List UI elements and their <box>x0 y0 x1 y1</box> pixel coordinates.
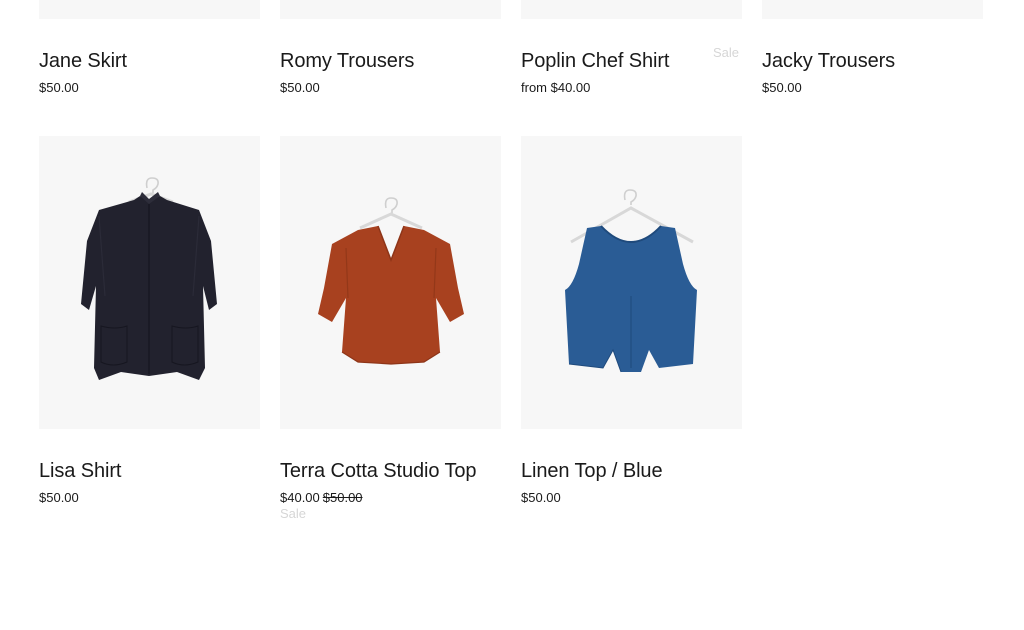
product-title[interactable]: Poplin Chef Shirt <box>521 49 669 73</box>
product-image[interactable] <box>521 136 742 429</box>
navy-shirt-image <box>81 177 217 380</box>
product-title[interactable]: Jane Skirt <box>39 49 127 73</box>
product-title[interactable]: Lisa Shirt <box>39 459 121 483</box>
sale-price: $40.00 <box>280 490 320 505</box>
product-price: $50.00 <box>762 80 802 95</box>
sale-badge: Sale <box>280 506 307 521</box>
product-title[interactable]: Romy Trousers <box>280 49 414 73</box>
terracotta-top-image <box>318 197 464 365</box>
product-image[interactable] <box>280 0 501 19</box>
product-title[interactable]: Linen Top / Blue <box>521 459 663 483</box>
blue-top-image <box>565 189 697 373</box>
product-price: from $40.00 <box>521 80 591 95</box>
product-title[interactable]: Terra Cotta Studio Top <box>280 459 477 483</box>
product-image[interactable] <box>521 0 742 19</box>
product-image[interactable] <box>39 136 260 429</box>
product-price: $50.00 <box>39 80 79 95</box>
product-image[interactable] <box>762 0 983 19</box>
product-price: $50.00 <box>521 490 561 505</box>
compare-at-price: $50.00 <box>322 490 363 505</box>
sale-badge: Sale <box>713 45 740 60</box>
product-image[interactable] <box>280 136 501 429</box>
product-price: $50.00 <box>39 490 79 505</box>
product-title[interactable]: Jacky Trousers <box>762 49 895 73</box>
product-grid: Jane Skirt $50.00 Romy Trousers $50.00 S… <box>0 0 1024 630</box>
product-image[interactable] <box>39 0 260 19</box>
product-price: $40.00 $50.00 <box>280 490 363 506</box>
product-price: $50.00 <box>280 80 320 95</box>
